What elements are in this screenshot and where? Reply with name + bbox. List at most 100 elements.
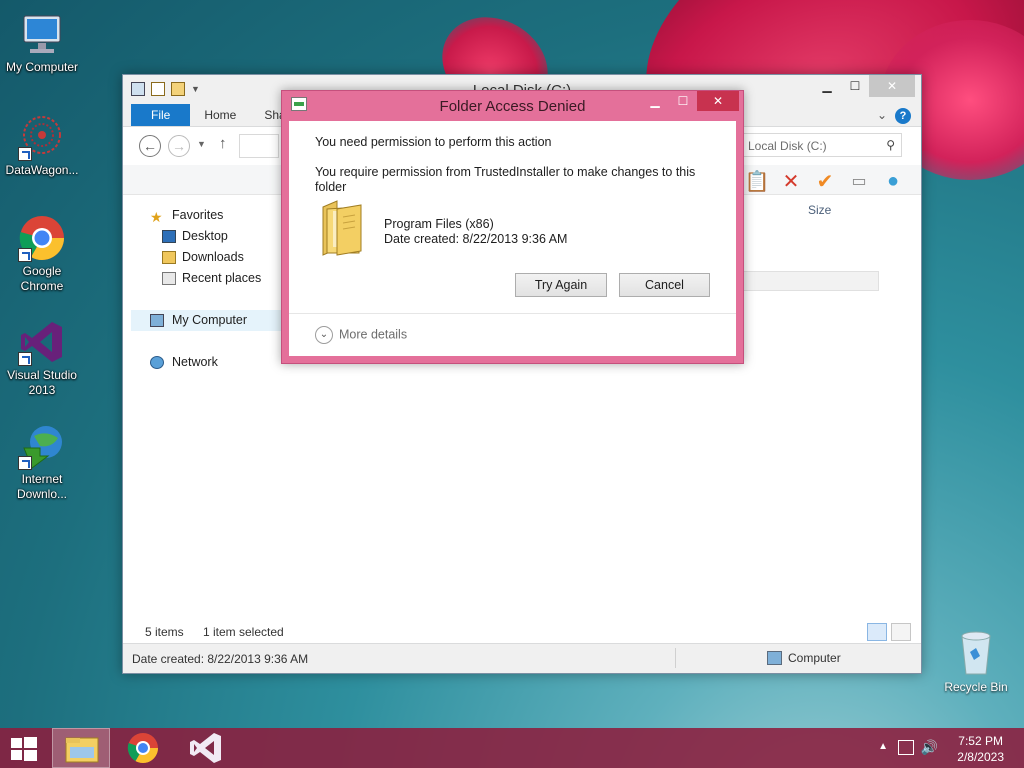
nav-recent-places[interactable]: Recent places bbox=[131, 268, 281, 289]
cancel-button[interactable]: Cancel bbox=[619, 273, 710, 297]
dialog-titlebar[interactable]: Folder Access Denied ▁ ☐ ✕ bbox=[282, 91, 743, 121]
navigation-pane: ★ Favorites Desktop Downloads Recent pla… bbox=[131, 205, 281, 373]
nav-downloads[interactable]: Downloads bbox=[131, 247, 281, 268]
maximize-button[interactable]: ☐ bbox=[841, 75, 869, 97]
chrome-icon bbox=[18, 214, 66, 262]
toolbar-icons: 📋 ✕ ✔ ▭ ● bbox=[745, 169, 905, 193]
dialog-message: You require permission from TrustedInsta… bbox=[315, 165, 696, 194]
taskbar: ▲ 🔊 7:52 PM 2/8/2023 bbox=[0, 728, 1024, 768]
show-hidden-icons-icon[interactable]: ▲ bbox=[878, 741, 888, 752]
folder-access-denied-dialog: Folder Access Denied ▁ ☐ ✕ You need perm… bbox=[281, 90, 744, 364]
rename-icon[interactable]: ▭ bbox=[847, 169, 871, 193]
desktop-icon-label: Visual Studio 2013 bbox=[7, 368, 77, 397]
details-view-icon[interactable] bbox=[867, 623, 887, 641]
taskbar-google-chrome[interactable] bbox=[114, 728, 172, 768]
recent-locations-icon[interactable]: ▼ bbox=[197, 139, 206, 149]
desktop-icon-label: Internet Downlo... bbox=[16, 472, 68, 501]
desktop-icon-recycle-bin[interactable]: Recycle Bin bbox=[934, 628, 1018, 694]
nav-label: Recent places bbox=[182, 271, 262, 285]
search-icon: ⚲ bbox=[886, 138, 895, 152]
help-icon[interactable]: ? bbox=[895, 108, 911, 124]
search-input[interactable]: Local Disk (C:) ⚲ bbox=[739, 133, 902, 157]
close-button[interactable]: ✕ bbox=[869, 75, 915, 97]
desktop-icon-google-chrome[interactable]: Google Chrome bbox=[0, 214, 84, 294]
file-row-selected[interactable] bbox=[731, 271, 879, 291]
details-bar: Date created: 8/22/2013 9:36 AM Computer bbox=[123, 643, 921, 673]
chevron-down-icon[interactable]: ⌄ bbox=[877, 108, 887, 122]
folder-icon bbox=[65, 737, 99, 763]
folder-icon bbox=[319, 197, 365, 257]
location-label: Computer bbox=[788, 651, 841, 665]
recent-places-icon bbox=[162, 272, 176, 285]
desktop-icon-label: DataWagon... bbox=[5, 163, 79, 177]
shortcut-arrow-icon bbox=[18, 456, 32, 470]
nav-desktop[interactable]: Desktop bbox=[131, 226, 281, 247]
nav-label: Downloads bbox=[182, 250, 244, 264]
tab-file[interactable]: File bbox=[131, 104, 191, 126]
downloads-folder-icon bbox=[162, 251, 176, 264]
more-details-label: More details bbox=[339, 327, 408, 342]
shortcut-arrow-icon bbox=[18, 248, 32, 262]
dialog-minimize-button[interactable]: ▁ bbox=[641, 91, 669, 111]
status-bar: 5 items 1 item selected bbox=[123, 620, 921, 644]
taskbar-visual-studio[interactable] bbox=[176, 728, 234, 768]
checkmark-icon[interactable]: ✔ bbox=[813, 169, 837, 193]
nav-label: Network bbox=[172, 355, 218, 369]
desktop-icon bbox=[162, 230, 176, 243]
clock-date: 2/8/2023 bbox=[957, 750, 1004, 764]
dialog-close-button[interactable]: ✕ bbox=[697, 91, 739, 111]
start-button[interactable] bbox=[8, 736, 38, 762]
nav-label: Desktop bbox=[182, 229, 228, 243]
tab-home[interactable]: Home bbox=[190, 104, 250, 126]
divider bbox=[675, 648, 676, 668]
clock[interactable]: 7:52 PM 2/8/2023 bbox=[957, 733, 1004, 765]
network-tray-icon[interactable] bbox=[898, 740, 914, 755]
selection-count: 1 item selected bbox=[203, 625, 284, 639]
search-placeholder: Local Disk (C:) bbox=[748, 139, 827, 153]
large-icons-view-icon[interactable] bbox=[891, 623, 911, 641]
chrome-icon bbox=[127, 733, 158, 764]
recycle-bin-icon bbox=[956, 628, 996, 676]
computer-icon bbox=[18, 10, 66, 58]
dialog-heading: You need permission to perform this acti… bbox=[315, 135, 552, 149]
taskbar-file-explorer[interactable] bbox=[52, 728, 110, 768]
forward-button[interactable]: → bbox=[168, 135, 190, 157]
try-again-button[interactable]: Try Again bbox=[515, 273, 607, 297]
dialog-body: You need permission to perform this acti… bbox=[289, 121, 736, 356]
desktop-icon-internet-download[interactable]: Internet Downlo... bbox=[0, 422, 84, 502]
datawagon-icon bbox=[18, 113, 66, 161]
clipboard-icon[interactable]: 📋 bbox=[745, 169, 770, 193]
computer-icon bbox=[150, 314, 164, 327]
item-count: 5 items bbox=[145, 625, 184, 639]
volume-icon[interactable]: 🔊 bbox=[921, 739, 938, 756]
desktop-icon-my-computer[interactable]: My Computer bbox=[0, 10, 84, 75]
column-header-size[interactable]: Size bbox=[808, 203, 831, 217]
dialog-maximize-button[interactable]: ☐ bbox=[669, 91, 697, 111]
delete-icon[interactable]: ✕ bbox=[779, 169, 803, 193]
shortcut-arrow-icon bbox=[18, 352, 32, 366]
address-bar[interactable] bbox=[239, 134, 279, 158]
desktop-icon-label: Google Chrome bbox=[20, 264, 64, 293]
system-tray: ▲ 🔊 7:52 PM 2/8/2023 bbox=[844, 728, 1024, 768]
windows-logo-icon bbox=[11, 738, 22, 748]
minimize-button[interactable]: ▁ bbox=[813, 75, 841, 97]
visual-studio-icon bbox=[190, 733, 221, 763]
chevron-down-icon: ⌄ bbox=[315, 326, 333, 344]
more-details-toggle[interactable]: ⌄ More details bbox=[315, 326, 407, 344]
nav-network[interactable]: Network bbox=[131, 352, 281, 373]
back-button[interactable]: ← bbox=[139, 135, 161, 157]
nav-my-computer[interactable]: My Computer bbox=[131, 310, 281, 331]
globe-icon[interactable]: ● bbox=[881, 169, 905, 193]
up-button[interactable]: ↑ bbox=[219, 135, 227, 152]
desktop-icon-label: My Computer bbox=[5, 60, 79, 74]
nav-favorites[interactable]: ★ Favorites bbox=[131, 205, 281, 226]
divider bbox=[289, 313, 736, 314]
desktop-icon-label: Recycle Bin bbox=[944, 680, 1008, 694]
nav-label: My Computer bbox=[172, 313, 248, 327]
date-created: Date created: 8/22/2013 9:36 AM bbox=[132, 652, 309, 666]
desktop-icon-visual-studio[interactable]: Visual Studio 2013 bbox=[0, 318, 84, 398]
clock-time: 7:52 PM bbox=[958, 734, 1003, 748]
shortcut-arrow-icon bbox=[18, 147, 32, 161]
desktop-icon-datawagon[interactable]: DataWagon... bbox=[0, 113, 84, 178]
network-icon bbox=[150, 356, 164, 369]
